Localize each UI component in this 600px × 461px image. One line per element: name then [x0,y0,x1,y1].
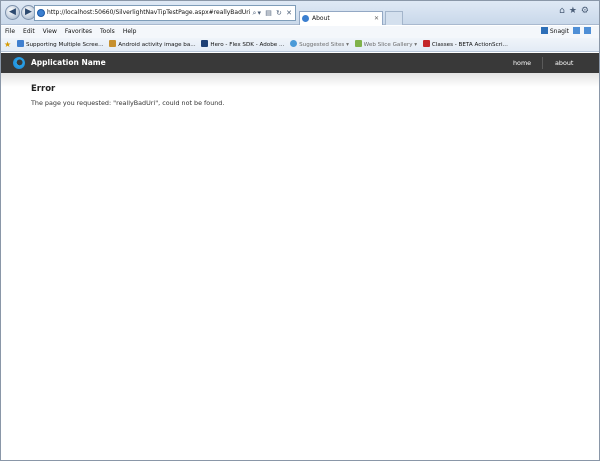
menu-favorites[interactable]: Favorites [61,26,96,38]
favorite-4-label: Suggested Sites [299,42,345,48]
favorite-1-icon [16,40,24,47]
app-header: Application Name home about [1,53,599,73]
nav-about-link[interactable]: about [555,53,573,73]
menu-view[interactable]: View [39,26,61,38]
app-logo-icon [13,57,25,69]
browser-titlebar: ◀ ▶ http://localhost:50660/SilverlightNa… [1,1,599,25]
error-message: The page you requested: "reallyBadUri", … [31,99,225,107]
favorite-2-icon [109,40,117,47]
error-content: Error The page you requested: "reallyBad… [31,84,571,107]
favorite-4-icon [290,40,298,47]
favorite-3-label: Hero - Flex SDK - Adobe ... [210,42,285,48]
page-favicon-icon [37,9,45,17]
error-title: Error [31,84,56,94]
favorite-2-label: Android activity image ba... [118,42,196,48]
favorite-link-2[interactable]: Android activity image ba... [109,38,196,51]
back-button[interactable]: ◀ [5,5,20,20]
nav-divider [542,57,543,69]
address-tools-icon[interactable]: ⌕▾ ▤ ↻ ✕ [252,6,293,20]
new-tab-button[interactable] [385,11,403,25]
favorites-star-icon[interactable]: ★ [4,38,11,51]
menu-tools[interactable]: Tools [96,26,119,38]
app-name: Application Name [31,58,106,67]
snagit-capture2-icon[interactable] [584,27,591,34]
snagit-label: Snagit [549,28,569,35]
snagit-icon [540,27,548,34]
favorites-bar: ★ Supporting Multiple Scree... Android a… [1,38,599,52]
favorite-link-4[interactable]: Suggested Sites ▾ [290,38,349,51]
favorite-5-icon [354,40,362,47]
home-favorites-tools-icons[interactable]: ⌂★⚙ [559,6,593,16]
favorite-6-icon [422,40,430,47]
menu-help[interactable]: Help [119,26,141,38]
address-text: http://localhost:50660/SilverlightNavTip… [47,9,251,16]
tab-favicon-icon [302,15,309,22]
nav-home-link[interactable]: home [513,53,531,73]
favorite-5-label: Web Slice Gallery [363,42,413,48]
favorite-3-icon [201,40,209,47]
snagit-toolbar[interactable]: Snagit [540,26,591,38]
snagit-capture-icon[interactable] [573,27,580,34]
favorite-1-label: Supporting Multiple Scree... [25,42,104,48]
menu-file[interactable]: File [1,26,19,38]
menu-bar: File Edit View Favorites Tools Help Snagit [1,26,599,38]
address-bar[interactable]: http://localhost:50660/SilverlightNavTip… [34,5,296,21]
tab-close-icon[interactable]: ✕ [374,12,379,25]
favorite-link-6[interactable]: Classes - BETA ActionScri... [422,38,508,51]
tab-about[interactable]: About ✕ [299,11,383,25]
favorite-link-3[interactable]: Hero - Flex SDK - Adobe ... [201,38,285,51]
tab-title: About [312,15,330,22]
favorite-link-1[interactable]: Supporting Multiple Scree... [16,38,104,51]
menu-edit[interactable]: Edit [19,26,39,38]
favorite-6-label: Classes - BETA ActionScri... [431,42,508,48]
favorite-link-5[interactable]: Web Slice Gallery ▾ [354,38,417,51]
browser-window: ◀ ▶ http://localhost:50660/SilverlightNa… [0,0,600,461]
